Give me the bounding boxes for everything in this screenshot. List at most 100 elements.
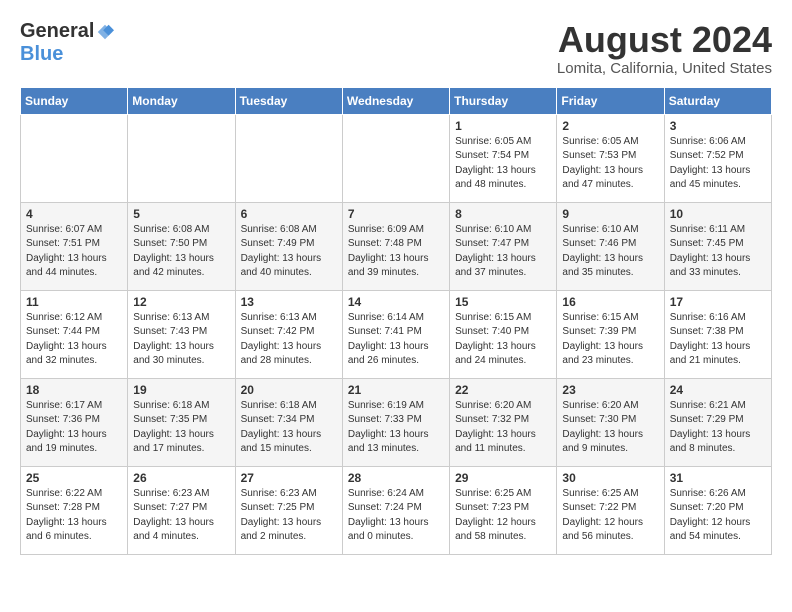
- day-cell: 5 Sunrise: 6:08 AM Sunset: 7:50 PM Daylig…: [128, 202, 235, 290]
- week-row-1: 1Sunrise: 6:05 AM Sunset: 7:54 PM Daylig…: [21, 114, 772, 202]
- day-cell: 14 Sunrise: 6:14 AM Sunset: 7:41 PM Dayli…: [342, 290, 449, 378]
- week-row-5: 25 Sunrise: 6:22 AM Sunset: 7:28 PM Dayli…: [21, 466, 772, 554]
- header: General Blue August 2024 Lomita, Califor…: [20, 20, 772, 77]
- day-cell: 25 Sunrise: 6:22 AM Sunset: 7:28 PM Dayli…: [21, 466, 128, 554]
- day-number: 5: [133, 207, 229, 221]
- day-header-wednesday: Wednesday: [342, 87, 449, 114]
- day-number: 15: [455, 295, 551, 309]
- calendar-table: SundayMondayTuesdayWednesdayThursdayFrid…: [20, 87, 772, 555]
- day-info: Sunrise: 6:10 AM Sunset: 7:46 PM Dayligh…: [562, 223, 658, 281]
- day-cell: 19 Sunrise: 6:18 AM Sunset: 7:35 PM Dayli…: [128, 378, 235, 466]
- day-number: 27: [241, 471, 337, 485]
- day-cell: 4 Sunrise: 6:07 AM Sunset: 7:51 PM Daylig…: [21, 202, 128, 290]
- day-info: Sunrise: 6:24 AM Sunset: 7:24 PM Dayligh…: [348, 487, 444, 545]
- day-number: 31: [670, 471, 766, 485]
- day-header-monday: Monday: [128, 87, 235, 114]
- day-cell: 17Sunrise: 6:16 AM Sunset: 7:38 PM Dayli…: [664, 290, 771, 378]
- day-number: 11: [26, 295, 122, 309]
- day-number: 13: [241, 295, 337, 309]
- day-number: 10: [670, 207, 766, 221]
- header-row: SundayMondayTuesdayWednesdayThursdayFrid…: [21, 87, 772, 114]
- day-number: 2: [562, 119, 658, 133]
- day-info: Sunrise: 6:05 AM Sunset: 7:53 PM Dayligh…: [562, 135, 658, 193]
- day-number: 1: [455, 119, 551, 133]
- day-cell: 23Sunrise: 6:20 AM Sunset: 7:30 PM Dayli…: [557, 378, 664, 466]
- week-row-2: 4 Sunrise: 6:07 AM Sunset: 7:51 PM Daylig…: [21, 202, 772, 290]
- day-info: Sunrise: 6:15 AM Sunset: 7:40 PM Dayligh…: [455, 311, 551, 369]
- day-number: 18: [26, 383, 122, 397]
- day-header-sunday: Sunday: [21, 87, 128, 114]
- day-number: 22: [455, 383, 551, 397]
- day-cell: 26Sunrise: 6:23 AM Sunset: 7:27 PM Dayli…: [128, 466, 235, 554]
- day-number: 3: [670, 119, 766, 133]
- day-info: Sunrise: 6:13 AM Sunset: 7:42 PM Dayligh…: [241, 311, 337, 369]
- title-area: August 2024 Lomita, California, United S…: [557, 20, 772, 77]
- day-cell: 27Sunrise: 6:23 AM Sunset: 7:25 PM Dayli…: [235, 466, 342, 554]
- day-info: Sunrise: 6:09 AM Sunset: 7:48 PM Dayligh…: [348, 223, 444, 281]
- day-cell: 10 Sunrise: 6:11 AM Sunset: 7:45 PM Dayli…: [664, 202, 771, 290]
- day-info: Sunrise: 6:25 AM Sunset: 7:23 PM Dayligh…: [455, 487, 551, 545]
- day-cell: 8 Sunrise: 6:10 AM Sunset: 7:47 PM Daylig…: [450, 202, 557, 290]
- day-cell: 28 Sunrise: 6:24 AM Sunset: 7:24 PM Dayli…: [342, 466, 449, 554]
- day-info: Sunrise: 6:16 AM Sunset: 7:38 PM Dayligh…: [670, 311, 766, 369]
- day-number: 21: [348, 383, 444, 397]
- day-cell: 2 Sunrise: 6:05 AM Sunset: 7:53 PM Daylig…: [557, 114, 664, 202]
- day-cell: 9 Sunrise: 6:10 AM Sunset: 7:46 PM Daylig…: [557, 202, 664, 290]
- day-cell: [128, 114, 235, 202]
- day-cell: 21 Sunrise: 6:19 AM Sunset: 7:33 PM Dayli…: [342, 378, 449, 466]
- day-header-thursday: Thursday: [450, 87, 557, 114]
- day-number: 9: [562, 207, 658, 221]
- day-info: Sunrise: 6:07 AM Sunset: 7:51 PM Dayligh…: [26, 223, 122, 281]
- day-cell: 13 Sunrise: 6:13 AM Sunset: 7:42 PM Dayli…: [235, 290, 342, 378]
- week-row-3: 11Sunrise: 6:12 AM Sunset: 7:44 PM Dayli…: [21, 290, 772, 378]
- day-info: Sunrise: 6:10 AM Sunset: 7:47 PM Dayligh…: [455, 223, 551, 281]
- day-info: Sunrise: 6:13 AM Sunset: 7:43 PM Dayligh…: [133, 311, 229, 369]
- day-number: 16: [562, 295, 658, 309]
- day-info: Sunrise: 6:08 AM Sunset: 7:50 PM Dayligh…: [133, 223, 229, 281]
- day-number: 28: [348, 471, 444, 485]
- logo-icon: [96, 23, 114, 41]
- day-info: Sunrise: 6:19 AM Sunset: 7:33 PM Dayligh…: [348, 399, 444, 457]
- day-info: Sunrise: 6:17 AM Sunset: 7:36 PM Dayligh…: [26, 399, 122, 457]
- day-number: 24: [670, 383, 766, 397]
- day-cell: [342, 114, 449, 202]
- logo: General Blue: [20, 20, 114, 66]
- day-info: Sunrise: 6:18 AM Sunset: 7:35 PM Dayligh…: [133, 399, 229, 457]
- day-cell: 6 Sunrise: 6:08 AM Sunset: 7:49 PM Daylig…: [235, 202, 342, 290]
- day-number: 30: [562, 471, 658, 485]
- day-number: 29: [455, 471, 551, 485]
- day-number: 19: [133, 383, 229, 397]
- day-cell: 7 Sunrise: 6:09 AM Sunset: 7:48 PM Daylig…: [342, 202, 449, 290]
- day-cell: [235, 114, 342, 202]
- day-info: Sunrise: 6:20 AM Sunset: 7:30 PM Dayligh…: [562, 399, 658, 457]
- day-info: Sunrise: 6:26 AM Sunset: 7:20 PM Dayligh…: [670, 487, 766, 545]
- day-number: 6: [241, 207, 337, 221]
- day-number: 7: [348, 207, 444, 221]
- day-info: Sunrise: 6:15 AM Sunset: 7:39 PM Dayligh…: [562, 311, 658, 369]
- day-info: Sunrise: 6:08 AM Sunset: 7:49 PM Dayligh…: [241, 223, 337, 281]
- day-cell: 31 Sunrise: 6:26 AM Sunset: 7:20 PM Dayli…: [664, 466, 771, 554]
- day-cell: 12 Sunrise: 6:13 AM Sunset: 7:43 PM Dayli…: [128, 290, 235, 378]
- day-number: 25: [26, 471, 122, 485]
- day-info: Sunrise: 6:18 AM Sunset: 7:34 PM Dayligh…: [241, 399, 337, 457]
- day-number: 20: [241, 383, 337, 397]
- day-number: 12: [133, 295, 229, 309]
- day-cell: 1Sunrise: 6:05 AM Sunset: 7:54 PM Daylig…: [450, 114, 557, 202]
- day-cell: 20 Sunrise: 6:18 AM Sunset: 7:34 PM Dayli…: [235, 378, 342, 466]
- week-row-4: 18 Sunrise: 6:17 AM Sunset: 7:36 PM Dayli…: [21, 378, 772, 466]
- day-number: 8: [455, 207, 551, 221]
- day-info: Sunrise: 6:22 AM Sunset: 7:28 PM Dayligh…: [26, 487, 122, 545]
- day-cell: 29 Sunrise: 6:25 AM Sunset: 7:23 PM Dayli…: [450, 466, 557, 554]
- day-info: Sunrise: 6:23 AM Sunset: 7:27 PM Dayligh…: [133, 487, 229, 545]
- day-info: Sunrise: 6:06 AM Sunset: 7:52 PM Dayligh…: [670, 135, 766, 193]
- month-title: August 2024: [557, 20, 772, 60]
- day-cell: [21, 114, 128, 202]
- day-number: 14: [348, 295, 444, 309]
- day-info: Sunrise: 6:14 AM Sunset: 7:41 PM Dayligh…: [348, 311, 444, 369]
- day-info: Sunrise: 6:11 AM Sunset: 7:45 PM Dayligh…: [670, 223, 766, 281]
- day-info: Sunrise: 6:25 AM Sunset: 7:22 PM Dayligh…: [562, 487, 658, 545]
- day-cell: 11Sunrise: 6:12 AM Sunset: 7:44 PM Dayli…: [21, 290, 128, 378]
- day-cell: 3 Sunrise: 6:06 AM Sunset: 7:52 PM Daylig…: [664, 114, 771, 202]
- day-number: 4: [26, 207, 122, 221]
- day-cell: 16 Sunrise: 6:15 AM Sunset: 7:39 PM Dayli…: [557, 290, 664, 378]
